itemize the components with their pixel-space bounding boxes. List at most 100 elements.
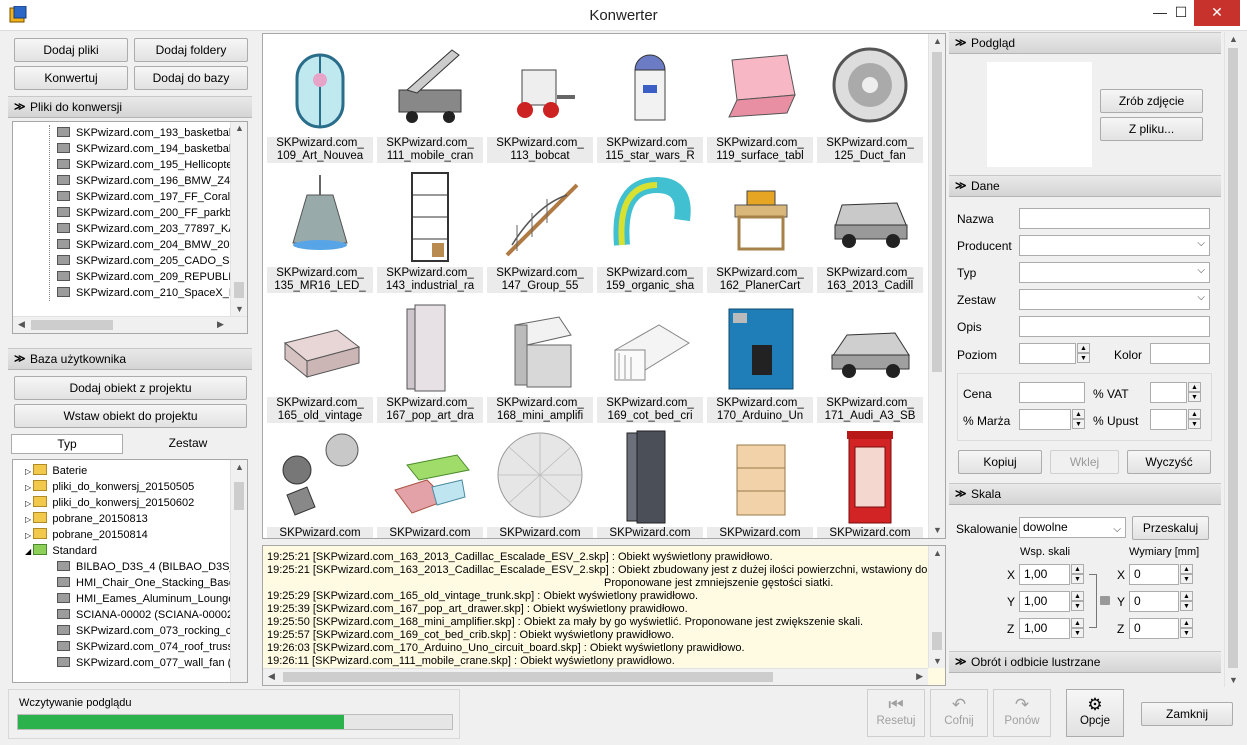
dim-y-input[interactable]: 0 — [1129, 591, 1179, 612]
thumbnail-item[interactable]: SKPwizard.com_ 168_mini_amplifi — [487, 295, 593, 423]
log-vertical-scrollbar[interactable]: ▲ ▼ — [928, 546, 945, 668]
file-list-item[interactable]: SKPwizard.com_204_BMW_200: — [57, 237, 239, 253]
factor-y-input[interactable]: 1,00 — [1019, 591, 1070, 612]
thumbnail-item[interactable]: SKPwizard.com_ 143_industrial_ra — [377, 165, 483, 293]
stepper-up-icon[interactable]: ▲ — [1071, 564, 1084, 574]
dim-z-input[interactable]: 0 — [1129, 618, 1179, 639]
stepper-up-icon[interactable]: ▲ — [1180, 618, 1193, 628]
from-file-button[interactable]: Z pliku... — [1100, 117, 1203, 141]
paste-button[interactable]: Wklej — [1050, 450, 1119, 474]
right-panel-scrollbar[interactable]: ▲ ▼ — [1224, 32, 1241, 687]
folder-tree-item[interactable]: ▷ pobrane_20150813 — [25, 511, 148, 527]
tab-type[interactable]: Typ — [11, 434, 123, 454]
stepper-down-icon[interactable]: ▼ — [1071, 628, 1084, 638]
thumbnail-item[interactable]: SKPwizard.com_ 169_cot_bed_cri — [597, 295, 703, 423]
scroll-left-icon[interactable]: ◀ — [18, 319, 25, 330]
db-object-item[interactable]: HMI_Eames_Aluminum_Lounge_ — [57, 591, 240, 607]
thumbnail-item[interactable]: SKPwizard.com_ 147_Group_55 — [487, 165, 593, 293]
thumbnail-item[interactable]: SKPwizard.com — [487, 425, 593, 538]
scroll-thumb[interactable] — [283, 672, 773, 682]
log-panel[interactable]: 19:25:21 [SKPwizard.com_163_2013_Cadilla… — [262, 545, 946, 686]
scroll-right-icon[interactable]: ▶ — [916, 671, 923, 682]
file-list-item[interactable]: SKPwizard.com_197_FF_Coral_ — [57, 189, 236, 205]
dim-z-stepper[interactable]: ▲ ▼ — [1180, 618, 1193, 639]
add-object-from-project-button[interactable]: Dodaj obiekt z projektu — [14, 376, 247, 400]
factor-x-stepper[interactable]: ▲ ▼ — [1071, 564, 1084, 585]
options-button[interactable]: ⚙ Opcje — [1066, 689, 1124, 737]
stepper-up-icon[interactable]: ▲ — [1072, 409, 1085, 419]
add-to-database-button[interactable]: Dodaj do bazy — [134, 66, 248, 90]
convert-button[interactable]: Konwertuj — [14, 66, 128, 90]
db-object-item[interactable]: SKPwizard.com_073_rocking_ch — [57, 623, 237, 639]
factor-z-stepper[interactable]: ▲ ▼ — [1071, 618, 1084, 639]
rotation-section-header[interactable]: ≫ Obrót i odbicie lustrzane — [949, 651, 1221, 673]
stepper-down-icon[interactable]: ▼ — [1072, 419, 1085, 429]
folder-tree-item[interactable]: ▷ Baterie — [25, 463, 87, 479]
thumbnail-item[interactable]: SKPwizard.com — [597, 425, 703, 538]
take-photo-button[interactable]: Zrób zdjęcie — [1100, 89, 1203, 113]
db-object-item[interactable]: BILBAO_D3S_4 (BILBAO_D3S_4 — [57, 559, 242, 575]
level-input[interactable] — [1019, 343, 1076, 364]
add-files-button[interactable]: Dodaj pliki — [14, 38, 128, 62]
price-input[interactable] — [1019, 382, 1085, 403]
undo-button[interactable]: ↶ Cofnij — [930, 689, 988, 737]
file-list-item[interactable]: SKPwizard.com_210_SpaceX_Dr — [57, 285, 240, 301]
thumbnail-item[interactable]: SKPwizard.com — [707, 425, 813, 538]
scroll-up-icon[interactable]: ▲ — [933, 36, 942, 46]
factor-z-input[interactable]: 1,00 — [1019, 618, 1070, 639]
scroll-up-icon[interactable]: ▲ — [235, 123, 244, 133]
margin-input[interactable] — [1019, 409, 1071, 430]
files-vertical-scrollbar[interactable]: ▲ ▼ — [230, 122, 247, 316]
scroll-thumb[interactable] — [31, 320, 113, 330]
log-horizontal-scrollbar[interactable]: ◀ ▶ — [263, 668, 928, 685]
thumbnail-item[interactable]: SKPwizard.com_ 170_Arduino_Un — [707, 295, 813, 423]
scaling-select[interactable]: dowolne ⌵ — [1019, 517, 1126, 538]
scroll-down-icon[interactable]: ▼ — [933, 525, 942, 535]
expand-arrow-icon[interactable]: ▷ — [25, 499, 33, 508]
add-folders-button[interactable]: Dodaj foldery — [134, 38, 248, 62]
file-list-item[interactable]: SKPwizard.com_200_FF_parkbe — [57, 205, 237, 221]
dim-x-input[interactable]: 0 — [1129, 564, 1179, 585]
name-input[interactable] — [1019, 208, 1210, 229]
scroll-up-icon[interactable]: ▲ — [1229, 34, 1238, 44]
folder-tree-item[interactable]: ▷ pliki_do_konwersj_20150505 — [25, 479, 194, 495]
stepper-up-icon[interactable]: ▲ — [1071, 618, 1084, 628]
vat-stepper[interactable]: ▲ ▼ — [1188, 382, 1201, 403]
rescale-button[interactable]: Przeskaluj — [1132, 516, 1209, 540]
stepper-up-icon[interactable]: ▲ — [1071, 591, 1084, 601]
user-db-section-header[interactable]: ≫ Baza użytkownika — [8, 348, 252, 370]
file-list-item[interactable]: SKPwizard.com_194_basketball — [57, 141, 234, 157]
stepper-up-icon[interactable]: ▲ — [1180, 591, 1193, 601]
set-select[interactable]: ⌵ — [1019, 289, 1210, 310]
stepper-down-icon[interactable]: ▼ — [1188, 419, 1201, 429]
scroll-down-icon[interactable]: ▼ — [933, 656, 942, 666]
discount-input[interactable] — [1150, 409, 1187, 430]
maximize-button[interactable]: ☐ — [1164, 0, 1198, 26]
grid-vertical-scrollbar[interactable]: ▲ ▼ — [928, 34, 945, 538]
stepper-down-icon[interactable]: ▼ — [1188, 392, 1201, 402]
thumbnail-item[interactable]: SKPwizard.com — [267, 425, 373, 538]
dim-y-stepper[interactable]: ▲ ▼ — [1180, 591, 1193, 612]
scroll-thumb[interactable] — [932, 632, 942, 650]
dim-x-stepper[interactable]: ▲ ▼ — [1180, 564, 1193, 585]
db-object-item[interactable]: SKPwizard.com_077_wall_fan (0 — [57, 655, 237, 671]
preview-section-header[interactable]: ≫ Podgląd — [949, 32, 1221, 54]
expand-arrow-icon[interactable]: ▷ — [25, 483, 33, 492]
files-section-header[interactable]: ≫ Pliki do konwersji — [8, 96, 252, 118]
stepper-down-icon[interactable]: ▼ — [1180, 628, 1193, 638]
expanded-arrow-icon[interactable]: ◢ — [25, 547, 33, 556]
stepper-down-icon[interactable]: ▼ — [1071, 574, 1084, 584]
type-select[interactable]: ⌵ — [1019, 262, 1210, 283]
close-window-button[interactable]: ✕ — [1194, 0, 1240, 26]
copy-button[interactable]: Kopiuj — [958, 450, 1042, 474]
level-stepper[interactable]: ▲ ▼ — [1077, 343, 1090, 364]
stepper-down-icon[interactable]: ▼ — [1180, 574, 1193, 584]
file-list-item[interactable]: SKPwizard.com_193_basketball_ — [57, 125, 240, 141]
close-button[interactable]: Zamknij — [1141, 702, 1233, 726]
scroll-down-icon[interactable]: ▼ — [1229, 675, 1238, 685]
thumbnail-item[interactable]: SKPwizard.com_ 167_pop_art_dra — [377, 295, 483, 423]
scroll-up-icon[interactable]: ▲ — [933, 548, 942, 558]
thumbnail-item[interactable]: SKPwizard.com_ 111_mobile_cran — [377, 35, 483, 163]
folder-tree-item[interactable]: ◢ Standard — [25, 543, 97, 559]
factor-x-input[interactable]: 1,00 — [1019, 564, 1070, 585]
